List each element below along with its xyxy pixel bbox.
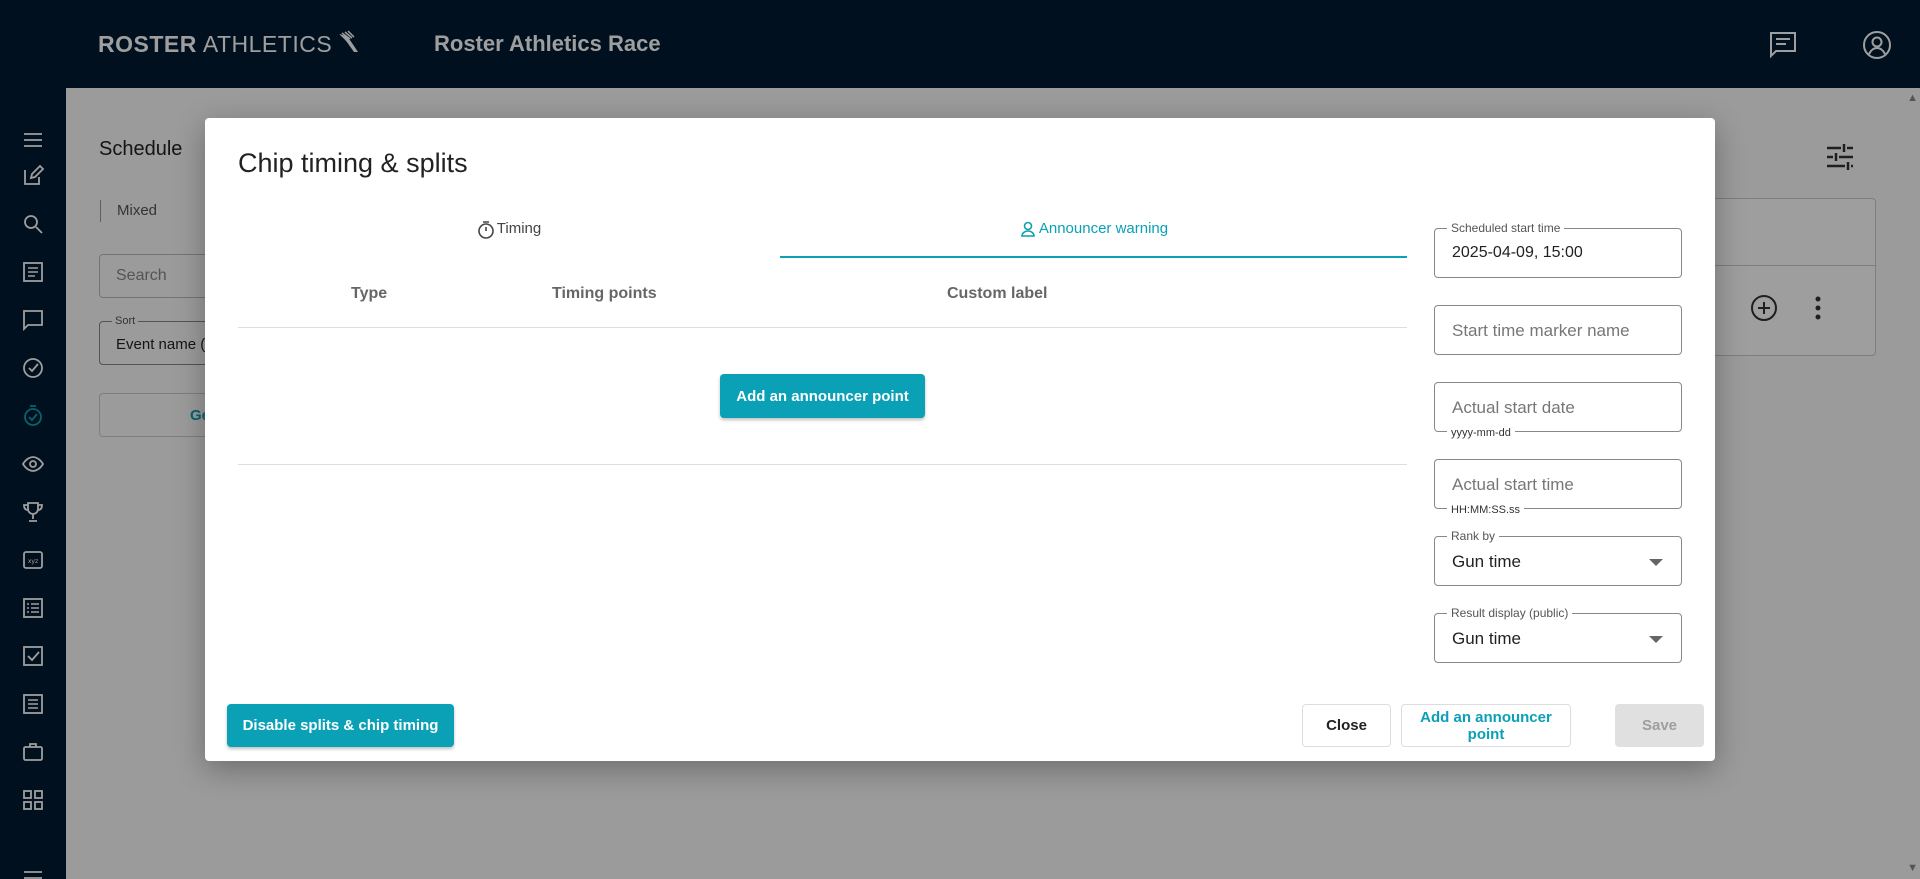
chip-timing-dialog: Chip timing & splits Timing Announcer wa… <box>205 118 1715 761</box>
column-header-custom-label: Custom label <box>947 285 1048 302</box>
tab-timing[interactable]: Timing <box>238 202 780 258</box>
dialog-title: Chip timing & splits <box>238 148 468 178</box>
actual-date-hint: yyyy-mm-dd <box>1447 427 1515 439</box>
chevron-down-icon <box>1649 636 1663 643</box>
rank-by-value: Gun time <box>1452 552 1521 571</box>
scheduled-start-label: Scheduled start time <box>1447 221 1565 235</box>
rank-by-label: Rank by <box>1447 529 1500 543</box>
close-button[interactable]: Close <box>1302 704 1391 747</box>
table-bottom-divider <box>238 464 1407 465</box>
column-header-timing-points: Timing points <box>552 285 657 302</box>
footer-add-announcer-point-button[interactable]: Add an announcer point <box>1401 704 1571 747</box>
rank-by-select[interactable]: Rank by Gun time <box>1434 529 1682 586</box>
scheduled-start-time-field[interactable]: Scheduled start time 2025-04-09, 15:00 <box>1434 221 1682 278</box>
actual-date-placeholder: Actual start date <box>1452 398 1575 417</box>
tab-announcer-warning[interactable]: Announcer warning <box>780 202 1407 258</box>
save-button[interactable]: Save <box>1615 704 1704 747</box>
disable-splits-button[interactable]: Disable splits & chip timing <box>227 704 454 747</box>
result-display-value: Gun time <box>1452 629 1521 648</box>
scroll-up-arrow[interactable]: ▲ <box>1907 92 1918 104</box>
result-display-select[interactable]: Result display (public) Gun time <box>1434 606 1682 663</box>
stopwatch-icon <box>477 221 494 239</box>
table-header-divider <box>238 327 1407 328</box>
actual-time-placeholder: Actual start time <box>1452 475 1574 494</box>
person-icon <box>1021 221 1035 237</box>
marker-name-placeholder: Start time marker name <box>1452 321 1630 340</box>
chevron-down-icon <box>1649 559 1663 566</box>
actual-time-hint: HH:MM:SS.ss <box>1447 504 1525 516</box>
scroll-down-arrow[interactable]: ▼ <box>1907 862 1918 874</box>
tab-announcer-label: Announcer warning <box>1038 220 1169 237</box>
result-display-label: Result display (public) <box>1447 606 1573 620</box>
scheduled-start-value: 2025-04-09, 15:00 <box>1452 244 1583 261</box>
add-announcer-point-button[interactable]: Add an announcer point <box>720 374 925 418</box>
start-time-marker-name-field[interactable]: Start time marker name <box>1434 305 1682 355</box>
column-header-type: Type <box>351 285 388 302</box>
tab-timing-label: Timing <box>496 220 542 237</box>
actual-start-time-field[interactable]: Actual start time HH:MM:SS.ss <box>1434 459 1682 516</box>
actual-start-date-field[interactable]: Actual start date yyyy-mm-dd <box>1434 382 1682 439</box>
